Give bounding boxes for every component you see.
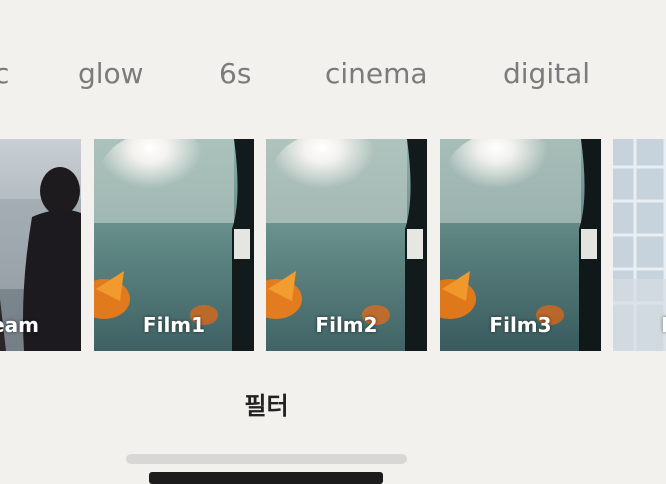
filter-label: Film1 — [142, 313, 206, 337]
filter-label: Film2 — [315, 313, 378, 337]
category-tab-6s[interactable]: 6s — [219, 52, 251, 96]
filter-label: Film3 — [489, 313, 552, 337]
home-indicator — [149, 472, 383, 484]
filter-thumbnail-film1[interactable]: Film1 — [94, 139, 254, 351]
filter-preview-image — [613, 139, 666, 351]
filter-thumbnail-film3[interactable]: Film3 — [440, 139, 601, 351]
horizontal-scrollbar[interactable] — [126, 454, 407, 464]
filter-label: eam — [0, 313, 39, 337]
filter-thumbnail-next[interactable]: F — [613, 139, 666, 351]
category-tab-cinema[interactable]: cinema — [325, 52, 428, 96]
panel-title: 필터 — [244, 392, 289, 420]
category-tab-digital[interactable]: digital — [503, 52, 590, 96]
category-tab-c[interactable]: c — [0, 52, 9, 96]
category-tab-glow[interactable]: glow — [78, 52, 144, 96]
filter-thumbnail-film2[interactable]: Film2 — [266, 139, 427, 351]
filter-category-tabs: c glow 6s cinema digital — [0, 52, 666, 96]
filter-label: F — [661, 313, 666, 337]
filter-thumbnail-strip: eam — [0, 139, 666, 351]
filter-thumbnail-eam[interactable]: eam — [0, 139, 81, 351]
